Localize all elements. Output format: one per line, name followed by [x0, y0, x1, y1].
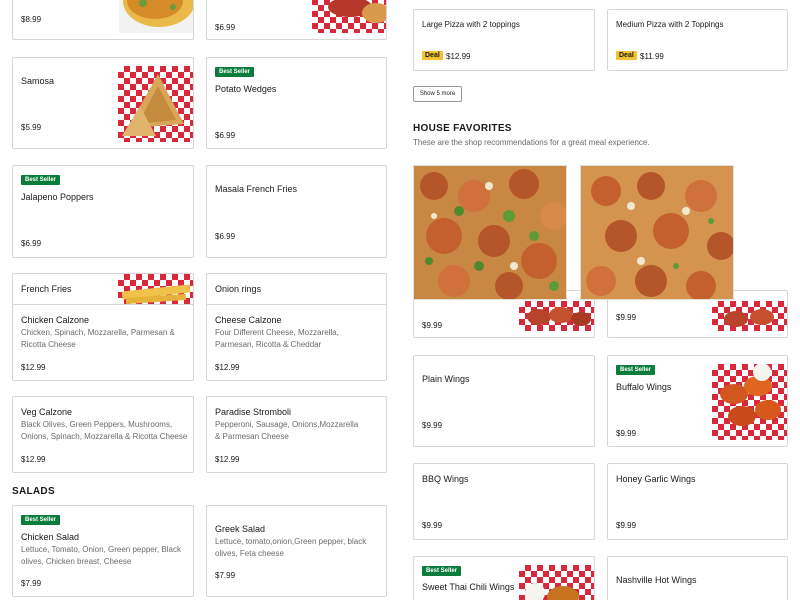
item-photo — [712, 301, 787, 331]
best-seller-badge: Best Seller — [616, 365, 656, 375]
item-price: $5.99 — [21, 123, 42, 132]
item-name: Masala French Fries — [215, 184, 298, 194]
item-name: Greek Salad — [215, 524, 266, 534]
item-photo — [519, 565, 594, 600]
item-name: Veg Calzone — [21, 407, 73, 417]
item-photo — [118, 66, 193, 142]
item-description: Pepperoni, Sausage, Onions,Mozzarella & … — [215, 420, 359, 441]
item-name: Sweet Thai Chili Wings — [422, 582, 515, 592]
item-name: French Fries — [21, 284, 72, 294]
item-price: $12.99 — [215, 363, 240, 372]
menu-item-card[interactable]: Best Seller Jalapeno Poppers $6.99 — [12, 165, 194, 258]
menu-item-card[interactable]: $8.99 — [12, 0, 194, 40]
menu-item-card[interactable]: Honey Garlic Wings $9.99 — [607, 463, 788, 540]
favorite-pizza-image[interactable] — [413, 165, 567, 300]
deal-card[interactable]: Medium Pizza with 2 Toppings Deal $11.99 — [607, 9, 788, 71]
deal-card[interactable]: Large Pizza with 2 toppings Deal $12.99 — [413, 9, 595, 71]
menu-item-card[interactable]: Veg Calzone Black Olives, Green Peppers,… — [12, 396, 194, 473]
item-name: Jalapeno Poppers — [21, 192, 94, 202]
item-description: Lettuce, tomato,onion,Green pepper, blac… — [215, 537, 367, 558]
item-price: $12.99 — [21, 363, 46, 372]
salads-section-title: SALADS — [12, 486, 55, 497]
item-price: $6.99 — [215, 232, 236, 241]
item-name: Nashville Hot Wings — [616, 575, 697, 585]
item-price: $9.99 — [616, 521, 637, 530]
item-name: BBQ Wings — [422, 474, 469, 484]
item-name: Honey Garlic Wings — [616, 474, 696, 484]
favorite-pizza-image[interactable] — [580, 165, 734, 300]
menu-item-card[interactable]: Best Seller Buffalo Wings $9.99 — [607, 355, 788, 447]
item-name: Onion rings — [215, 284, 262, 294]
menu-item-card[interactable]: Best Seller Potato Wedges $6.99 — [206, 57, 387, 149]
item-price: $9.99 — [616, 429, 637, 438]
best-seller-badge: Best Seller — [215, 67, 255, 77]
item-price: $9.99 — [422, 421, 443, 430]
item-price: $7.99 — [215, 571, 236, 580]
menu-item-card[interactable]: Samosa $5.99 — [12, 57, 194, 149]
menu-item-card[interactable]: Nashville Hot Wings — [607, 556, 788, 600]
item-photo — [312, 0, 386, 33]
show-more-button[interactable]: Show 5 more — [413, 86, 462, 102]
item-price: $6.99 — [21, 239, 42, 248]
item-price: $12.99 — [21, 455, 46, 464]
menu-item-card[interactable]: Greek Salad Lettuce, tomato,onion,Green … — [206, 505, 387, 597]
item-price: $9.99 — [422, 521, 443, 530]
item-price: $6.99 — [215, 23, 236, 32]
menu-item-card[interactable]: Paradise Stromboli Pepperoni, Sausage, O… — [206, 396, 387, 473]
house-favorites-title: HOUSE FAVORITES — [413, 123, 512, 134]
deal-name: Large Pizza with 2 toppings — [422, 20, 520, 29]
deal-tag: Deal — [616, 51, 637, 60]
item-description: Four Different Cheese, Mozzarella, Parme… — [215, 328, 339, 349]
item-name: Chicken Salad — [21, 532, 80, 542]
item-photo — [519, 301, 594, 331]
item-name: Plain Wings — [422, 374, 470, 384]
item-price: $6.99 — [215, 131, 236, 140]
deal-tag: Deal — [422, 51, 443, 60]
item-name: Cheese Calzone — [215, 315, 282, 325]
item-name: Samosa — [21, 76, 55, 86]
item-name: Potato Wedges — [215, 84, 277, 94]
item-price: $7.99 — [21, 579, 42, 588]
menu-item-card[interactable]: Cheese Calzone Four Different Cheese, Mo… — [206, 304, 387, 381]
best-seller-badge: Best Seller — [21, 175, 61, 185]
item-description: Black Olives, Green Peppers, Mushrooms, … — [21, 420, 188, 441]
deal-name: Medium Pizza with 2 Toppings — [616, 20, 724, 29]
item-photo — [119, 0, 193, 33]
item-name: Chicken Calzone — [21, 315, 90, 325]
item-price: $8.99 — [21, 15, 42, 24]
best-seller-badge: Best Seller — [422, 566, 462, 576]
house-favorites-subtitle: These are the shop recommendations for a… — [413, 138, 650, 147]
menu-item-card[interactable]: $6.99 — [206, 0, 387, 40]
item-name: Paradise Stromboli — [215, 407, 292, 417]
item-price: $9.99 — [616, 313, 637, 322]
menu-item-card[interactable]: Best Seller Chicken Salad Lettuce, Tomat… — [12, 505, 194, 597]
deal-price: $11.99 — [640, 52, 664, 61]
deal-price: $12.99 — [446, 52, 471, 61]
item-name: Buffalo Wings — [616, 382, 672, 392]
best-seller-badge: Best Seller — [21, 515, 61, 525]
menu-item-card[interactable]: Masala French Fries $6.99 — [206, 165, 387, 258]
menu-item-card[interactable]: Plain Wings $9.99 — [413, 355, 595, 447]
item-photo — [712, 364, 787, 440]
menu-item-card[interactable]: Chicken Calzone Chicken, Spinach, Mozzar… — [12, 304, 194, 381]
menu-item-card[interactable]: Best Seller Sweet Thai Chili Wings — [413, 556, 595, 600]
item-price: $12.99 — [215, 455, 240, 464]
menu-item-card[interactable]: BBQ Wings $9.99 — [413, 463, 595, 540]
item-description: Lettuce, Tomato, Onion, Green pepper, Bl… — [21, 545, 181, 566]
item-price: $9.99 — [422, 321, 443, 330]
item-description: Chicken, Spinach, Mozzarella, Parmesan &… — [21, 328, 175, 349]
